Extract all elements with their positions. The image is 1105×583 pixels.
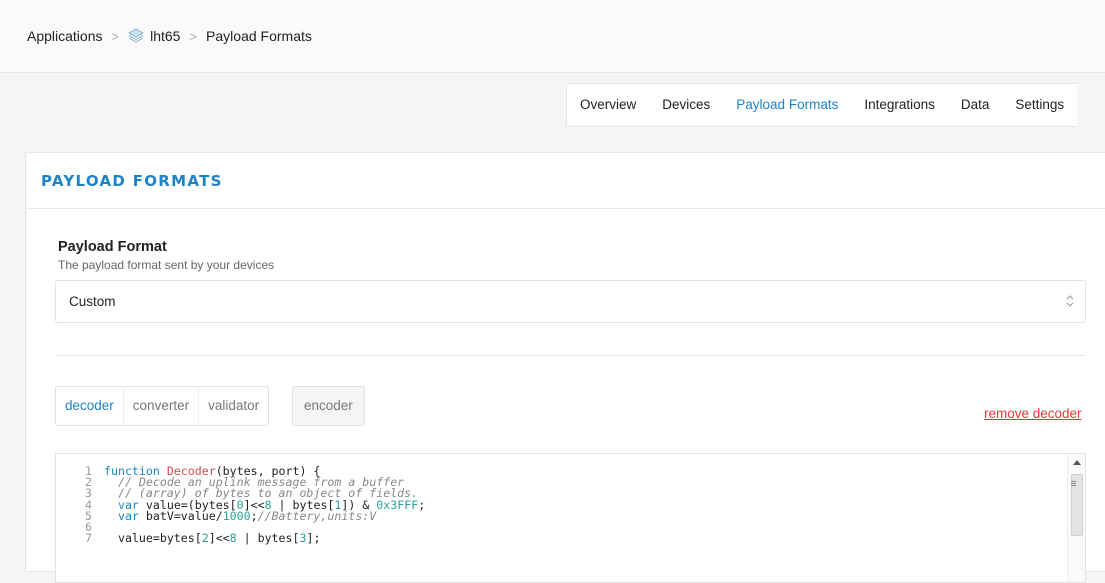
application-tabs: Overview Devices Payload Formats Integra… bbox=[566, 83, 1078, 127]
tab-converter[interactable]: converter bbox=[122, 387, 198, 425]
grip-icon bbox=[1071, 481, 1076, 482]
breadcrumb-current: Payload Formats bbox=[206, 28, 312, 44]
line-numbers: 1 2 3 4 5 6 7 bbox=[56, 454, 96, 582]
tab-payload-formats[interactable]: Payload Formats bbox=[723, 84, 851, 126]
code-content[interactable]: function Decoder(bytes, port) { // Decod… bbox=[104, 454, 425, 544]
payload-format-description: The payload format sent by your devices bbox=[58, 258, 275, 272]
payload-formats-card: PAYLOAD FORMATS Payload Format The paylo… bbox=[25, 152, 1105, 583]
select-chevron-icon bbox=[1066, 295, 1074, 307]
application-icon bbox=[128, 28, 144, 43]
code-editor[interactable]: 1 2 3 4 5 6 7 function Decoder(bytes, po… bbox=[55, 453, 1086, 583]
breadcrumb-application[interactable]: lht65 bbox=[150, 28, 180, 44]
editor-scrollbar[interactable] bbox=[1067, 454, 1085, 582]
payload-format-label: Payload Format bbox=[58, 239, 167, 255]
function-tabs: decoder converter validator bbox=[55, 386, 270, 426]
tab-settings[interactable]: Settings bbox=[1002, 84, 1077, 126]
line-number: 7 bbox=[85, 531, 92, 546]
tab-devices[interactable]: Devices bbox=[649, 84, 723, 126]
code-line: var batV=value/1000;//Battery,units:V bbox=[117, 508, 377, 523]
tab-data[interactable]: Data bbox=[948, 84, 1003, 126]
tab-decoder[interactable]: decoder bbox=[56, 387, 123, 425]
tab-integrations[interactable]: Integrations bbox=[851, 84, 948, 126]
breadcrumb-separator: > bbox=[111, 28, 120, 44]
tab-overview[interactable]: Overview bbox=[567, 84, 649, 126]
code-line: value=bytes[2]<<8 | bytes[3]; bbox=[104, 531, 321, 546]
breadcrumb-separator: > bbox=[189, 28, 198, 44]
breadcrumb-applications[interactable]: Applications bbox=[27, 28, 103, 44]
card-header: PAYLOAD FORMATS bbox=[26, 153, 1105, 209]
scrollbar-thumb[interactable] bbox=[1071, 474, 1083, 536]
tab-encoder[interactable]: encoder bbox=[292, 386, 365, 426]
remove-decoder-link[interactable]: remove decoder bbox=[984, 406, 1082, 421]
page-title: PAYLOAD FORMATS bbox=[41, 171, 223, 190]
payload-format-select[interactable]: Custom bbox=[55, 280, 1086, 323]
payload-format-select-value: Custom bbox=[69, 294, 116, 309]
scroll-up-arrow-icon[interactable] bbox=[1073, 460, 1081, 465]
divider bbox=[55, 355, 1086, 356]
tab-validator[interactable]: validator bbox=[198, 387, 268, 425]
breadcrumb: Applications > lht65 > Payload Formats bbox=[0, 0, 1105, 73]
